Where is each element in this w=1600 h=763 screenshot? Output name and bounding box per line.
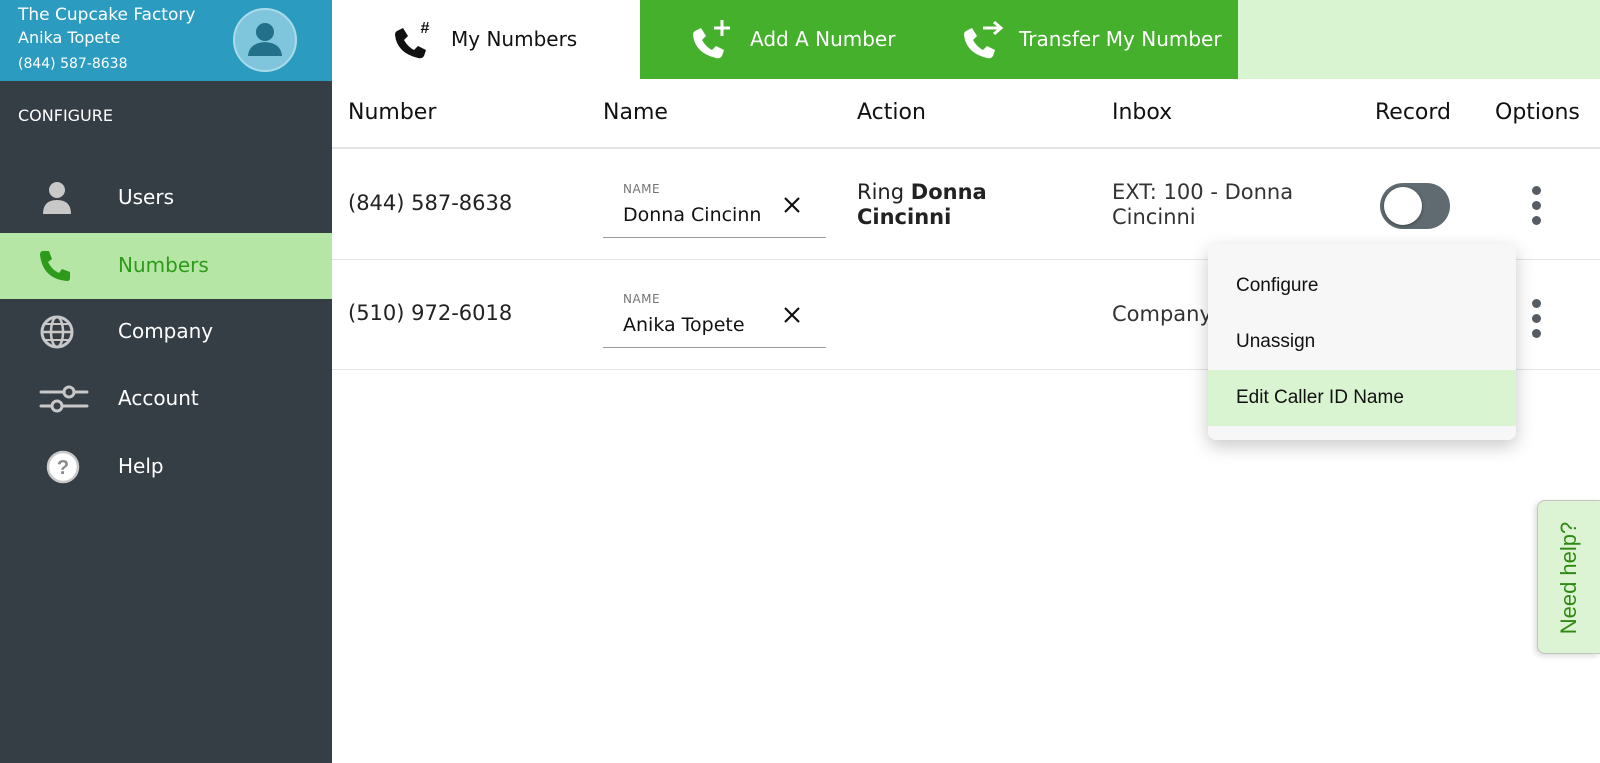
toggle-knob [1384,187,1422,225]
sidebar-item-help[interactable]: ? Help [0,434,332,500]
number-cell: (844) 587-8638 [348,191,513,215]
tab-label: Add A Number [750,27,896,51]
record-toggle[interactable] [1380,183,1450,229]
tab-add-number[interactable]: Add A Number [640,0,935,79]
svg-text:?: ? [57,457,69,479]
menu-item-label: Configure [1236,275,1319,296]
header-record: Record [1375,100,1452,125]
header-action: Action [857,100,926,125]
sidebar-item-label: Account [118,386,199,410]
tab-transfer-number[interactable]: Transfer My Number [935,0,1238,79]
header-options: Options [1495,100,1580,125]
phone-transfer-icon [964,20,1004,59]
menu-item-label: Unassign [1236,331,1316,352]
phone-hash-icon: # [395,20,430,59]
tab-bar: # My Numbers Add A Number Transfer My Nu… [332,0,1600,79]
inbox-cell: EXT: 100 - Donna Cincinni [1112,180,1294,229]
sidebar-item-users[interactable]: Users [0,165,332,231]
menu-item-unassign[interactable]: Unassign [1208,314,1516,370]
menu-item-configure[interactable]: Configure [1208,258,1516,314]
globe-icon [40,315,74,349]
menu-item-label: Edit Caller ID Name [1236,387,1404,408]
close-icon[interactable] [779,192,805,218]
header-number: Number [348,100,437,125]
action-prefix: Ring [857,180,905,204]
sidebar-item-label: Numbers [118,253,209,277]
avatar-user-icon [248,23,282,56]
phone-icon [40,251,70,281]
number-cell: (510) 972-6018 [348,301,513,325]
sidebar-item-label: Users [118,185,175,209]
avatar[interactable] [233,8,297,72]
name-field[interactable]: NAME Donna Cincinni [603,172,826,238]
svg-text:#: # [421,20,430,37]
sliders-icon [39,385,89,413]
sidebar-item-label: Help [118,454,164,478]
user-name: Anika Topete [18,28,121,47]
name-input[interactable]: Anika Topete [623,314,763,336]
tab-label: Transfer My Number [1019,27,1222,51]
sidebar: The Cupcake Factory Anika Topete (844) 5… [0,0,332,763]
user-icon [43,182,71,214]
user-phone: (844) 587-8638 [18,56,128,72]
name-input[interactable]: Donna Cincinni [623,204,763,226]
options-menu: Configure Unassign Edit Caller ID Name [1208,244,1516,440]
name-field-caption: NAME [623,292,661,306]
close-icon[interactable] [779,302,805,328]
sidebar-item-company[interactable]: Company [0,299,332,365]
need-help-button[interactable]: Need help? [1537,500,1600,654]
account-header[interactable]: The Cupcake Factory Anika Topete (844) 5… [0,0,332,81]
tab-label: My Numbers [451,27,578,51]
options-kebab-icon[interactable] [1526,184,1546,228]
phone-plus-icon [693,20,730,59]
configure-heading: CONFIGURE [18,106,113,125]
name-field-caption: NAME [623,182,661,196]
tab-my-numbers[interactable]: # My Numbers [332,0,640,79]
header-name: Name [603,100,668,125]
sidebar-item-label: Company [118,319,214,343]
need-help-label: Need help? [1556,521,1581,635]
menu-item-edit-caller-id-name[interactable]: Edit Caller ID Name [1208,370,1516,426]
name-field[interactable]: NAME Anika Topete [603,282,826,348]
sidebar-item-account[interactable]: Account [0,366,332,432]
header-inbox: Inbox [1112,100,1173,125]
company-name: The Cupcake Factory [18,5,196,25]
options-kebab-icon[interactable] [1526,297,1546,341]
action-cell: Ring Donna Cincinni [857,180,1057,230]
table-header: Number Name Action Inbox Record Options [332,79,1600,149]
sidebar-item-numbers[interactable]: Numbers [0,233,332,299]
help-icon: ? [46,450,80,484]
